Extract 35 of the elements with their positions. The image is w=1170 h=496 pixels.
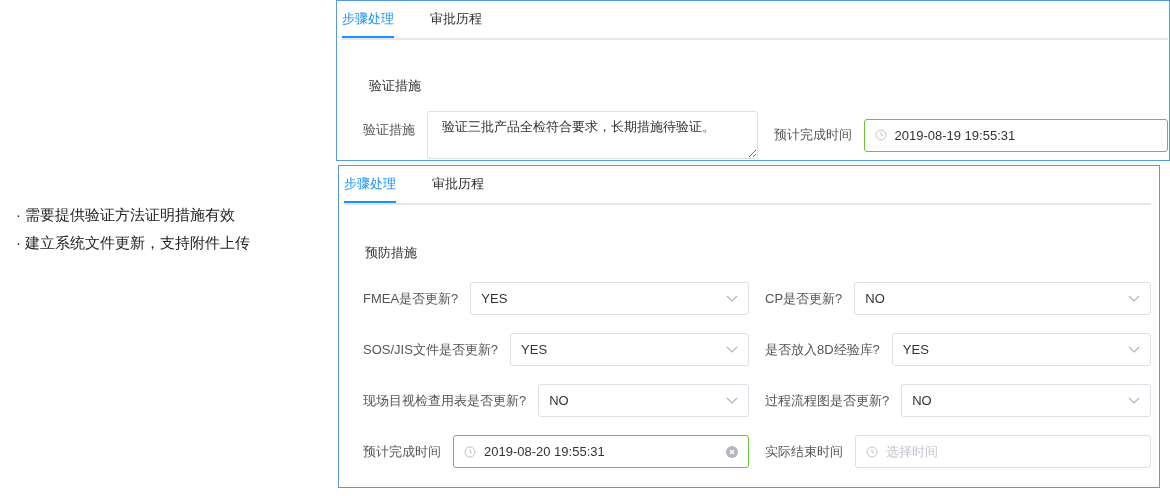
select-field[interactable]: YES	[891, 333, 1151, 366]
field-label: CP是否更新?	[765, 289, 843, 308]
chevron-down-icon	[726, 345, 738, 354]
note-text: · 需要提供验证方法证明措施有效	[16, 205, 237, 225]
field-label: 是否放入8D经验库?	[765, 340, 880, 359]
field-label: FMEA是否更新?	[363, 289, 459, 308]
clock-icon	[866, 445, 878, 458]
text-area[interactable]: 验证三批产品全检符合要求，长期措施待验证。	[427, 111, 758, 159]
clock-icon	[464, 445, 476, 458]
select-field[interactable]: NO	[538, 384, 749, 417]
chevron-down-icon	[1128, 345, 1140, 354]
field-label: 现场目视检查用表是否更新?	[363, 391, 527, 410]
field-label: 实际结束时间	[765, 442, 843, 461]
datetime-field[interactable]: 2019-08-20 19:55:31	[453, 435, 749, 468]
section-title: 验证措施	[369, 77, 422, 95]
select-field[interactable]: NO	[854, 282, 1151, 315]
clear-icon[interactable]	[726, 445, 738, 458]
field-label: 预计完成时间	[363, 442, 441, 461]
field-label: SOS/JIS文件是否更新?	[363, 340, 499, 359]
tab[interactable]: 审批历程	[432, 166, 484, 203]
select-field[interactable]: NO	[901, 384, 1151, 417]
section-title: 预防措施	[365, 244, 418, 262]
chevron-down-icon	[726, 396, 738, 405]
tab[interactable]: 审批历程	[430, 1, 482, 38]
chevron-down-icon	[726, 294, 738, 303]
note-text: · 建立系统文件更新，支持附件上传	[16, 233, 252, 253]
datetime-field[interactable]: 2019-08-19 19:55:31	[863, 118, 1168, 152]
chevron-down-icon	[1128, 396, 1140, 405]
chevron-down-icon	[1128, 294, 1140, 303]
field-label: 过程流程图是否更新?	[765, 391, 890, 410]
select-field[interactable]: YES	[470, 282, 749, 315]
select-field[interactable]: YES	[510, 333, 749, 366]
clock-icon	[874, 129, 887, 141]
field-label: 预计完成时间	[773, 126, 852, 144]
field-label: 验证措施	[363, 121, 415, 139]
